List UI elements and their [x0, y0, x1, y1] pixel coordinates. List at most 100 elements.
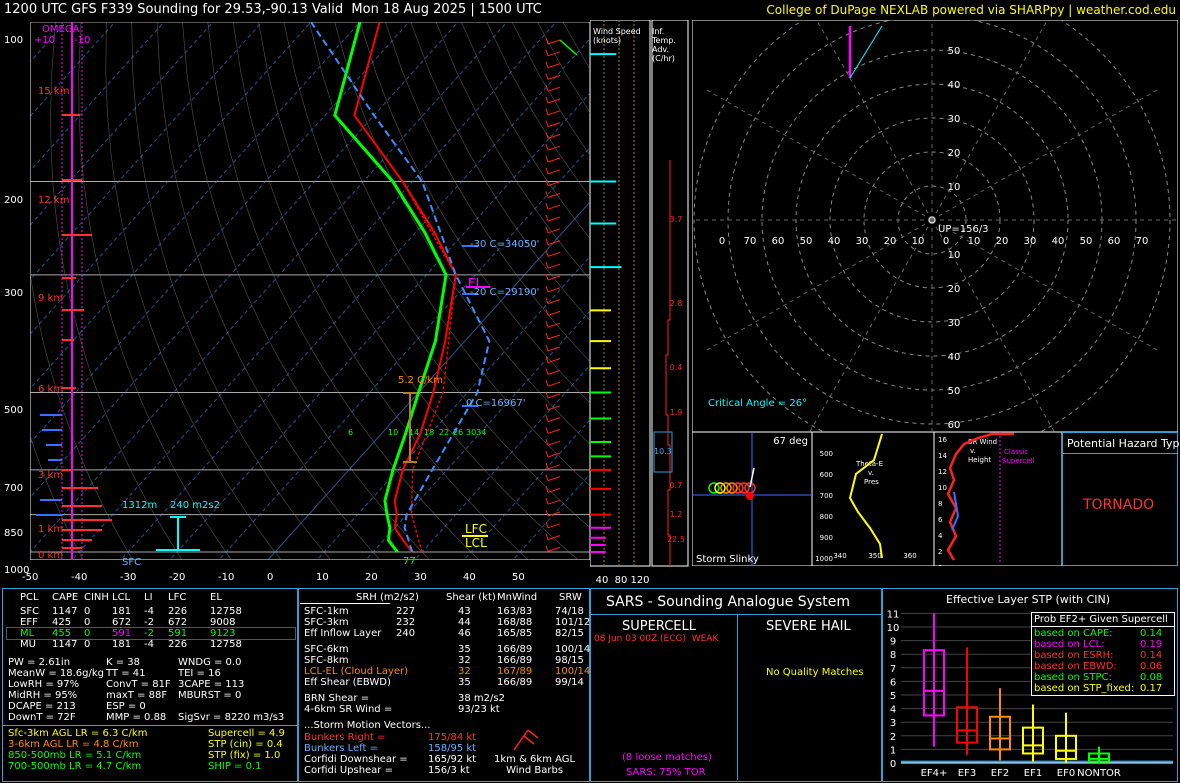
storm-vector-value: 175/84 kt	[428, 732, 477, 743]
kine-row-label: Eff Shear (EBWD)	[304, 677, 391, 688]
srwind-ytick: 8	[938, 500, 942, 508]
stp-prob-value: 0.08	[1140, 672, 1163, 683]
thermo-index: ConvT = 81F	[106, 679, 171, 690]
srwind-ytick: 4	[938, 532, 943, 540]
stp-category: EF0	[1057, 768, 1075, 779]
composite-index: Supercell = 4.9	[208, 728, 285, 739]
srwind-ytick: 0	[938, 564, 942, 566]
slinky-angle: 67 deg	[773, 436, 808, 447]
stp-prob-label: based on STPC:	[1034, 672, 1112, 683]
height-label: 12 km	[38, 195, 70, 206]
thermo-index: K = 38	[106, 657, 141, 668]
classic-supercell-label: Classic	[1004, 448, 1028, 456]
kine-mnwind: 166/89	[497, 655, 533, 666]
wetbulb-label: 14	[409, 428, 420, 437]
sars-hail-label: SEVERE HAIL	[766, 619, 851, 634]
barb-legend: 1km & 6km AGL Wind Barbs	[494, 754, 576, 776]
temp-adv-label: 10.3	[654, 447, 672, 456]
brn-shear-label: BRN Shear =	[304, 693, 370, 704]
hodo-axis-label: 40	[828, 236, 841, 247]
wind-speed-tick: 40	[596, 575, 609, 586]
parcel-cinh: 0	[84, 606, 91, 617]
parcel-li: -4	[144, 639, 154, 650]
kine-srw: 100/14	[555, 644, 591, 655]
thermo-index: DownT = 72F	[8, 712, 76, 723]
credit-text: College of DuPage NEXLAB powered via SHA…	[766, 3, 1176, 17]
stp-prob-value: 0.14	[1140, 650, 1163, 661]
thermo-index: PW = 2.61in	[8, 657, 71, 668]
parcel-header: CINH	[84, 592, 109, 603]
height-label: 0 km	[38, 550, 64, 561]
kine-mnwind: 166/89	[497, 677, 533, 688]
kine-row-label: SFC-8km	[304, 655, 349, 666]
lapse-rate: 700-500mb LR = 4.7 C/km	[8, 761, 142, 772]
kine-srw: 74/18	[555, 606, 584, 617]
srwind-title: Height	[968, 456, 991, 464]
storm-vector-value: 156/3 kt	[428, 765, 470, 776]
kine-header: MnWind	[497, 592, 538, 603]
temp-adv-label: 2.8	[670, 299, 683, 308]
kine-shear: 43	[458, 606, 471, 617]
storm-vector-value: 158/95 kt	[428, 743, 477, 754]
kine-row-label: SFC-6km	[304, 644, 349, 655]
temp-adv-label: 22.5	[667, 535, 685, 544]
storm-vector-label: Bunkers Left =	[304, 743, 378, 754]
height-label: 3 km	[38, 470, 64, 481]
stp-prob-label: based on LCL:	[1034, 639, 1105, 650]
omega-tick: +10	[34, 35, 56, 46]
kine-mnwind: 168/88	[497, 617, 533, 628]
temp-label: 50	[512, 572, 525, 583]
temp-label: 40	[463, 572, 476, 583]
parcel-li: -4	[144, 606, 154, 617]
thermo-index: SigSvr = 8220 m3/s3	[178, 712, 285, 723]
temp-label: 20	[365, 572, 378, 583]
classic-supercell-label: Supercell	[1002, 457, 1034, 465]
kine-shear: 32	[458, 666, 471, 677]
sars-tor: SARS: 75% TOR	[626, 767, 706, 778]
storm-motion-label: UP=156/3	[938, 224, 989, 235]
thermo-index: 3CAPE = 113	[178, 679, 245, 690]
hodo-axis-label: 10	[912, 236, 925, 247]
slinky-title: Storm Slinky	[696, 554, 759, 565]
kine-shear: 35	[458, 644, 471, 655]
eff-layer-srh-label: 240 m2s2	[170, 500, 220, 511]
thermo-index: MidRH = 95%	[8, 690, 78, 701]
hodo-ring-label: 10	[948, 250, 961, 261]
kine-shear: 46	[458, 628, 471, 639]
thermo-index: TEI = 16	[178, 668, 221, 679]
sars-title: SARS - Sounding Analogue System	[606, 594, 850, 610]
parcel-lcl: 181	[112, 639, 132, 650]
zeroc-label: 0 C=16967'	[466, 398, 526, 409]
wetbulb-label: 10	[388, 428, 399, 437]
thermo-index: MMP = 0.88	[106, 712, 167, 723]
eff-layer-bottom-label: 1312m	[122, 500, 158, 511]
hodo-ring-label: 10	[948, 182, 961, 193]
thetae-title: Pres	[864, 478, 879, 486]
wetbulb-label: 6	[348, 428, 354, 437]
lapse-rate: 850-500mb LR = 5.1 C/km	[8, 750, 142, 761]
hodo-ring-label: 50	[948, 46, 961, 57]
hodo-ring-label: 60	[948, 20, 961, 23]
lapse-rate: Sfc-3km AGL LR = 6.3 C/km	[8, 728, 148, 739]
pressure-label: 850	[4, 527, 24, 539]
thetae-ytick: 700	[820, 492, 833, 500]
thetae-xtick: 350	[868, 552, 881, 560]
parcel-pcl: MU	[20, 639, 36, 650]
hodo-axis-label: 0	[719, 236, 725, 247]
parcel-cinh: 0	[84, 639, 91, 650]
thermo-index: WNDG = 0.0	[178, 657, 242, 668]
hodo-axis-label: 30	[856, 236, 869, 247]
kine-srw: 100/14	[555, 666, 591, 677]
composite-index: STP (fix) = 1.0	[208, 750, 281, 761]
brn-shear-value: 38 m2/s2	[458, 693, 505, 704]
kine-srw: 98/15	[555, 655, 584, 666]
sr-wind-value: 93/23 kt	[458, 704, 500, 715]
thetae-title: v.	[868, 469, 874, 477]
lapse-label: 5.2 C/km	[398, 375, 443, 386]
stp-prob-value: 0.14	[1140, 628, 1163, 639]
thetae-xtick: 360	[903, 552, 916, 560]
stp-prob-box: Prob EF2+ Given Supercell based on CAPE:…	[1031, 612, 1175, 696]
sars-no-quality: No Quality Matches	[766, 667, 864, 678]
kine-srh: 240	[396, 628, 416, 639]
parcel-header: LCL	[112, 592, 131, 603]
